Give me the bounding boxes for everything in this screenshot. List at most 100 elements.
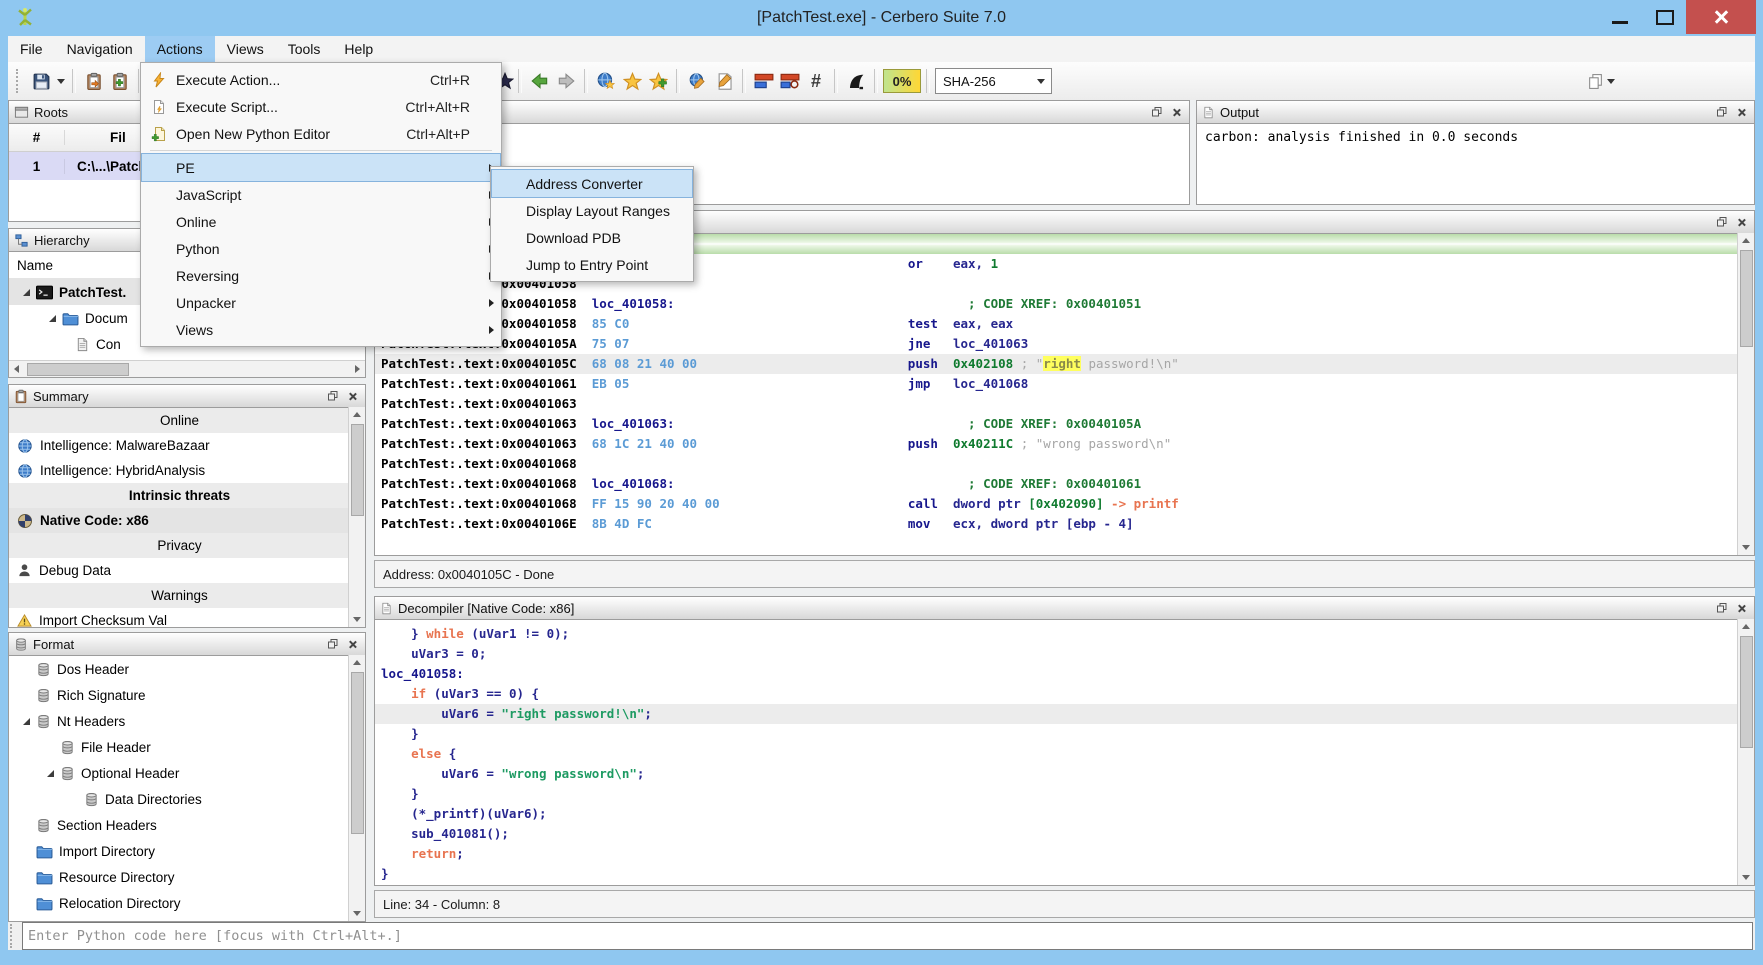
menu-item-online[interactable]: Online xyxy=(142,208,500,235)
code-line[interactable]: uVar3 = 0; xyxy=(381,644,1754,664)
scrollbar-thumb[interactable] xyxy=(351,424,364,516)
scrollbar-thumb[interactable] xyxy=(351,672,364,834)
code-line[interactable]: return; xyxy=(381,844,1754,864)
decompiler-panel-header[interactable]: Decompiler [Native Code: x86] xyxy=(375,597,1754,620)
expander-icon[interactable] xyxy=(47,770,54,777)
menu-item-execute-script[interactable]: Execute Script... Ctrl+Alt+R xyxy=(142,93,500,120)
summary-panel-header[interactable]: Summary xyxy=(9,385,365,408)
scroll-down-arrow[interactable] xyxy=(349,906,365,921)
code-line[interactable]: PatchTest:.text:0x00401058 85 C0 test ea… xyxy=(381,314,1754,334)
layout-ranges-button[interactable] xyxy=(751,68,777,94)
float-panel-button[interactable] xyxy=(1714,215,1729,230)
code-line[interactable]: uVar6 = "right password!\n"; xyxy=(375,704,1754,724)
menu-tools[interactable]: Tools xyxy=(276,36,333,62)
summary-section-online[interactable]: Online xyxy=(9,408,350,433)
close-panel-button[interactable] xyxy=(1734,601,1749,616)
format-tree-row[interactable]: Resource Directory xyxy=(9,864,350,890)
back-button[interactable] xyxy=(527,68,553,94)
close-panel-button[interactable] xyxy=(1734,105,1749,120)
code-line[interactable]: (*_printf)(uVar6); xyxy=(381,804,1754,824)
menu-item-execute-action[interactable]: Execute Action... Ctrl+R xyxy=(142,66,500,93)
scrollbar-thumb[interactable] xyxy=(27,363,129,376)
add-bookmark-button[interactable] xyxy=(645,68,671,94)
format-tree-row[interactable]: Data Directories xyxy=(9,786,350,812)
menu-item-python[interactable]: Python xyxy=(142,235,500,262)
float-panel-button[interactable] xyxy=(1714,601,1729,616)
code-line[interactable]: sub_401081(); xyxy=(381,824,1754,844)
output-panel-header[interactable]: Output xyxy=(1197,101,1754,124)
code-line[interactable]: PatchTest:.text:0x0040105A 75 07 jne loc… xyxy=(381,334,1754,354)
summary-item[interactable]: Intelligence: MalwareBazaar xyxy=(9,433,350,458)
submenu-item-jump-to-entry-point[interactable]: Jump to Entry Point xyxy=(492,251,692,278)
menu-item-reversing[interactable]: Reversing xyxy=(142,262,500,289)
summary-item[interactable]: Intelligence: HybridAnalysis xyxy=(9,458,350,483)
hash-tool-button[interactable]: # xyxy=(803,68,829,94)
scroll-down-arrow[interactable] xyxy=(1738,540,1754,555)
format-tree-row[interactable]: File Header xyxy=(9,734,350,760)
layout-ranges-alt-button[interactable] xyxy=(777,68,803,94)
submenu-item-download-pdb[interactable]: Download PDB xyxy=(492,224,692,251)
code-line[interactable]: PatchTest:.text:0x00401068 xyxy=(381,454,1754,474)
submenu-item-display-layout-ranges[interactable]: Display Layout Ranges xyxy=(492,197,692,224)
menu-item-pe[interactable]: PE xyxy=(142,154,500,181)
code-line[interactable]: loc_401058: xyxy=(381,664,1754,684)
paste-file-button[interactable] xyxy=(81,68,107,94)
submenu-item-address-converter[interactable]: Address Converter xyxy=(492,170,692,197)
code-line[interactable]: else { xyxy=(381,744,1754,764)
format-tree-row[interactable]: Nt Headers xyxy=(9,708,350,734)
paste-add-button[interactable] xyxy=(107,68,133,94)
scroll-up-arrow[interactable] xyxy=(349,655,365,670)
close-panel-button[interactable] xyxy=(345,637,360,652)
vertical-scrollbar[interactable] xyxy=(1737,233,1754,555)
vertical-scrollbar[interactable] xyxy=(348,655,365,921)
horizontal-scrollbar[interactable] xyxy=(9,360,365,377)
save-button[interactable] xyxy=(28,68,54,94)
menu-navigation[interactable]: Navigation xyxy=(55,36,145,62)
summary-section-intrinsic-threats[interactable]: Intrinsic threats xyxy=(9,483,350,508)
summary-section-warnings[interactable]: Warnings xyxy=(9,583,350,608)
menu-actions[interactable]: Actions xyxy=(145,36,215,62)
scrollbar-thumb[interactable] xyxy=(1740,636,1753,748)
roots-col-num[interactable]: # xyxy=(9,130,65,145)
summary-section-privacy[interactable]: Privacy xyxy=(9,533,350,558)
menu-item-open-python-editor[interactable]: Open New Python Editor Ctrl+Alt+P xyxy=(142,120,500,147)
toolbar-handle[interactable] xyxy=(16,69,22,93)
scroll-down-arrow[interactable] xyxy=(1738,870,1754,885)
code-line[interactable]: PatchTest:.text:0x00401063 xyxy=(381,394,1754,414)
scroll-up-arrow[interactable] xyxy=(349,407,365,422)
menu-item-javascript[interactable]: JavaScript xyxy=(142,181,500,208)
web-bookmark-button[interactable] xyxy=(593,68,619,94)
maximize-button[interactable] xyxy=(1644,0,1686,34)
output-log[interactable]: carbon: analysis finished in 0.0 seconds xyxy=(1197,124,1754,145)
summary-item[interactable]: Import Checksum Val xyxy=(9,608,350,628)
menu-item-unpacker[interactable]: Unpacker xyxy=(142,289,500,316)
format-tree-row[interactable]: Section Headers xyxy=(9,812,350,838)
code-line[interactable]: } while (uVar1 != 0); xyxy=(381,624,1754,644)
notes-button[interactable] xyxy=(711,68,737,94)
expander-icon[interactable] xyxy=(23,718,30,725)
code-line[interactable]: PatchTest:.text:0x00401068 loc_401068: ;… xyxy=(381,474,1754,494)
expander-icon[interactable] xyxy=(49,315,56,322)
forward-button[interactable] xyxy=(553,68,579,94)
hash-dropdown-button[interactable] xyxy=(1604,68,1618,94)
roots-col-file[interactable]: Fil xyxy=(65,130,126,145)
close-panel-button[interactable] xyxy=(1169,105,1184,120)
scroll-up-arrow[interactable] xyxy=(1738,233,1754,248)
format-tree-row[interactable]: Import Directory xyxy=(9,838,350,864)
code-line[interactable]: } xyxy=(381,784,1754,804)
scroll-left-arrow[interactable] xyxy=(9,361,24,376)
summary-item-native-code[interactable]: Native Code: x86 xyxy=(9,508,350,533)
float-panel-button[interactable] xyxy=(325,637,340,652)
code-line[interactable]: } xyxy=(381,724,1754,744)
scroll-down-arrow[interactable] xyxy=(349,612,365,627)
decompiler-view[interactable]: } while (uVar1 != 0); uVar3 = 0;loc_4010… xyxy=(375,620,1754,884)
expander-icon[interactable] xyxy=(23,289,30,296)
code-line[interactable]: uVar6 = "wrong password\n"; xyxy=(381,764,1754,784)
code-line[interactable]: PatchTest:.text:0x00401068 FF 15 90 20 4… xyxy=(381,494,1754,514)
float-panel-button[interactable] xyxy=(325,389,340,404)
scroll-right-arrow[interactable] xyxy=(350,361,365,376)
hash-algorithm-select[interactable]: SHA-256 xyxy=(935,68,1052,94)
vertical-scrollbar[interactable] xyxy=(1737,619,1754,885)
scroll-up-arrow[interactable] xyxy=(1738,619,1754,634)
format-tree-row[interactable]: Dos Header xyxy=(9,656,350,682)
